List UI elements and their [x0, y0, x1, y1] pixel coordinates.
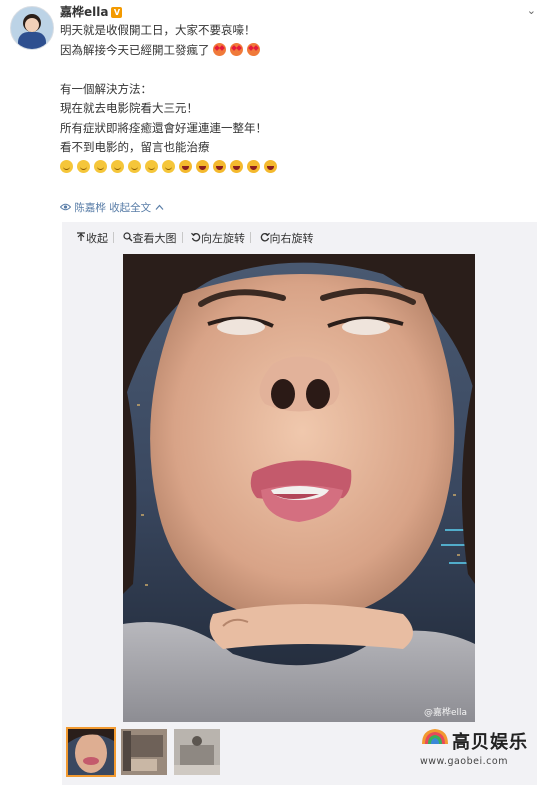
post-meta: 陈嘉桦 收起全文	[59, 200, 164, 215]
heart-eyes-emoji-icon	[247, 42, 261, 56]
rotate-left-button[interactable]: 向左旋转	[191, 230, 250, 246]
eye-icon	[59, 202, 74, 214]
smile-emoji-icon	[77, 159, 90, 173]
post-line: 所有症狀即將痊癒還會好運連連一整年！	[60, 120, 267, 135]
site-url: www.gaobei.com	[420, 756, 508, 767]
rotate-right-icon	[260, 232, 270, 242]
verified-badge-icon: V	[111, 7, 123, 18]
emoji-row	[60, 158, 281, 178]
main-photo[interactable]: @嘉桦ella	[123, 254, 475, 722]
site-logo-icon	[422, 729, 448, 744]
view-large-button[interactable]: 查看大图	[122, 230, 182, 246]
laugh-emoji-icon	[179, 159, 192, 173]
laugh-emoji-icon	[230, 159, 243, 173]
collapse-button[interactable]: 收起	[76, 230, 113, 246]
post-text: 明天就是收假開工日，大家不要哀嚎！ 因為解接今天已經開工發瘋了 有一個解決方法：…	[60, 21, 281, 177]
author-name-text[interactable]: 嘉桦ella	[60, 5, 108, 19]
collapse-label: 收起	[86, 232, 108, 245]
laugh-emoji-icon	[247, 159, 260, 173]
media-toolbar: 收起 查看大图 向左旋转 向右旋转	[76, 230, 319, 248]
smile-emoji-icon	[94, 159, 107, 173]
author-name[interactable]: 嘉桦ella V	[60, 3, 123, 20]
collapse-text-link[interactable]: 收起全文	[109, 202, 151, 214]
laugh-emoji-icon	[264, 159, 277, 173]
smile-emoji-icon	[145, 159, 158, 173]
collapse-icon	[77, 232, 85, 241]
smile-emoji-icon	[128, 159, 141, 173]
selfie-photo	[123, 254, 475, 722]
chevron-down-icon[interactable]: ⌄	[527, 4, 536, 17]
laugh-emoji-icon	[213, 159, 226, 173]
site-name: 高贝娱乐	[452, 732, 528, 753]
photo-watermark: @嘉桦ella	[423, 708, 467, 718]
rotate-right-button[interactable]: 向右旋转	[260, 230, 319, 246]
chevron-up-icon[interactable]	[151, 202, 163, 214]
smile-emoji-icon	[162, 159, 175, 173]
heart-eyes-emoji-icon	[213, 42, 227, 56]
laugh-emoji-icon	[196, 159, 209, 173]
media-panel: 收起 查看大图 向左旋转 向右旋转 @嘉桦ella	[62, 222, 537, 785]
avatar[interactable]	[10, 6, 54, 50]
smile-emoji-icon	[111, 159, 124, 173]
rotate-left-icon	[191, 232, 201, 242]
smile-emoji-icon	[60, 159, 73, 173]
post-line: 現在就去电影院看大三元！	[60, 101, 198, 115]
rotate-left-label: 向左旋转	[201, 232, 245, 245]
post-line-with-emoji: 因為解接今天已經開工發瘋了	[60, 41, 281, 61]
post-line: 有一個解決方法：	[60, 81, 152, 96]
thumbnail-1[interactable]	[66, 727, 116, 777]
post-line: 看不到电影的，留言也能治療	[60, 140, 210, 154]
zoom-icon	[122, 232, 132, 242]
site-logo: 高贝娱乐 www.gaobei.com	[420, 726, 544, 768]
post-line: 因為解接今天已經開工發瘋了	[60, 42, 210, 57]
heart-eyes-emoji-icon	[230, 42, 244, 56]
thumbnail-3[interactable]	[174, 729, 220, 775]
author-link[interactable]: 陈嘉桦	[74, 202, 106, 214]
view-large-label: 查看大图	[132, 232, 177, 245]
post-line: 明天就是收假開工日，大家不要哀嚎！	[60, 23, 256, 37]
thumbnail-2[interactable]	[121, 729, 167, 775]
rotate-right-label: 向右旋转	[269, 232, 314, 245]
